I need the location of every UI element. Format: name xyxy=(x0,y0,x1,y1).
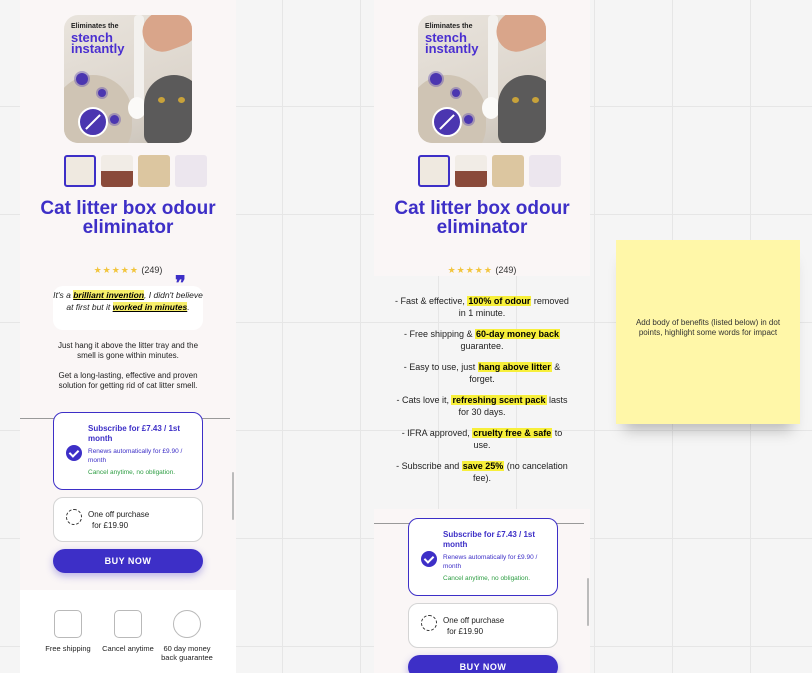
feature-label: 60 day money back guarantee xyxy=(161,644,213,662)
thumbnail-1[interactable] xyxy=(64,155,96,187)
benefit-item: - Free shipping & 60-day money back guar… xyxy=(403,329,561,351)
testimonial-highlight: brilliant invention xyxy=(73,290,145,300)
product-title: Cat litter box odour eliminator xyxy=(40,198,216,238)
review-count[interactable]: (249) xyxy=(495,265,516,275)
testimonial: It's a brilliant invention, I didn't bel… xyxy=(53,286,203,330)
testimonial-highlight: worked in minutes xyxy=(112,302,188,312)
benefit-item: - Easy to use, just hang above litter & … xyxy=(403,362,561,384)
scrollbar[interactable] xyxy=(232,472,234,520)
thumbnail-strip xyxy=(418,155,561,187)
one-off-option[interactable]: One off purchase for £19.90 xyxy=(53,497,203,542)
product-title: Cat litter box odour eliminator xyxy=(394,198,570,238)
subscribe-option[interactable]: Subscribe for £7.43 / 1st month Renews a… xyxy=(53,412,203,490)
hero-headline: stench instantly xyxy=(425,30,479,56)
feature-label: Cancel anytime xyxy=(102,644,154,653)
product-panel-mid: Eliminates the stench instantly Cat litt… xyxy=(374,0,590,276)
benefit-item: - Fast & effective, 100% of odour remove… xyxy=(395,296,569,318)
thumbnail-3[interactable] xyxy=(492,155,524,187)
one-off-heading: One off purchase xyxy=(88,510,150,519)
thumbnail-1[interactable] xyxy=(418,155,450,187)
testimonial-text: It's a xyxy=(53,290,74,300)
thumbnail-2[interactable] xyxy=(455,155,487,187)
feature-free-shipping: Free shipping xyxy=(38,610,98,653)
rating: ★★★★★ (249) xyxy=(20,265,236,276)
subscribe-renew: Renews automatically for £9.90 / month xyxy=(88,448,183,464)
subscribe-heading: Subscribe for £7.43 / 1st month xyxy=(443,530,536,549)
hero-headline: stench instantly xyxy=(71,30,125,56)
product-hero-image[interactable]: Eliminates the stench instantly xyxy=(418,15,546,143)
subscribe-cancel: Cancel anytime, no obligation. xyxy=(88,469,176,476)
star-rating-icon: ★★★★★ xyxy=(447,265,493,275)
subscribe-option[interactable]: Subscribe for £7.43 / 1st month Renews a… xyxy=(408,518,558,596)
radio-unchecked-icon[interactable] xyxy=(421,615,437,631)
one-off-price: for £19.90 xyxy=(447,627,484,636)
star-rating-icon: ★★★★★ xyxy=(93,265,139,275)
product-hero-image[interactable]: Eliminates the stench instantly xyxy=(64,15,192,143)
benefit-item: - Subscribe and save 25% (no cancelation… xyxy=(396,461,568,483)
no-germ-icon xyxy=(78,107,108,137)
thumbnail-2[interactable] xyxy=(101,155,133,187)
cancel-icon xyxy=(114,610,142,638)
one-off-option[interactable]: One off purchase for £19.90 xyxy=(408,603,558,648)
radio-checked-icon[interactable] xyxy=(421,551,437,567)
buy-now-button[interactable]: BUY NOW xyxy=(408,655,558,673)
sticky-note-text: Add body of benefits (listed below) in d… xyxy=(635,318,781,337)
sticky-note[interactable]: Add body of benefits (listed below) in d… xyxy=(616,240,800,424)
benefits-list: - Fast & effective, 100% of odour remove… xyxy=(374,296,590,494)
benefit-item: - IFRA approved, cruelty free & safe to … xyxy=(401,428,563,450)
subscribe-renew: Renews automatically for £9.90 / month xyxy=(443,554,538,570)
testimonial-text: . xyxy=(187,302,190,312)
description-1: Just hang it above the litter tray and t… xyxy=(57,341,199,360)
rating: ★★★★★ (249) xyxy=(374,265,590,276)
one-off-heading: One off purchase xyxy=(443,616,505,625)
thumbnail-strip xyxy=(64,155,207,187)
feature-money-back: 60 day money back guarantee xyxy=(157,610,217,662)
feature-label: Free shipping xyxy=(45,644,91,653)
buy-now-button[interactable]: BUY NOW xyxy=(53,549,203,573)
subscribe-cancel: Cancel anytime, no obligation. xyxy=(443,575,531,582)
feature-cancel: Cancel anytime xyxy=(98,610,158,653)
no-germ-icon xyxy=(432,107,462,137)
product-panel-left: Eliminates the stench instantly Cat litt… xyxy=(20,0,236,673)
one-off-price: for £19.90 xyxy=(92,521,129,530)
money-back-icon xyxy=(173,610,201,638)
radio-unchecked-icon[interactable] xyxy=(66,509,82,525)
subscribe-heading: Subscribe for £7.43 / 1st month xyxy=(88,424,181,443)
thumbnail-3[interactable] xyxy=(138,155,170,187)
review-count[interactable]: (249) xyxy=(141,265,162,275)
description-2: Get a long-lasting, effective and proven… xyxy=(58,371,198,390)
truck-icon xyxy=(54,610,82,638)
radio-checked-icon[interactable] xyxy=(66,445,82,461)
benefit-item: - Cats love it, refreshing scent pack la… xyxy=(396,395,568,417)
features-strip: Free shipping Cancel anytime 60 day mone… xyxy=(20,590,236,673)
purchase-panel-mid: Subscribe for £7.43 / 1st month Renews a… xyxy=(374,509,590,673)
scrollbar[interactable] xyxy=(587,578,589,626)
thumbnail-4[interactable] xyxy=(175,155,207,187)
thumbnail-4[interactable] xyxy=(529,155,561,187)
